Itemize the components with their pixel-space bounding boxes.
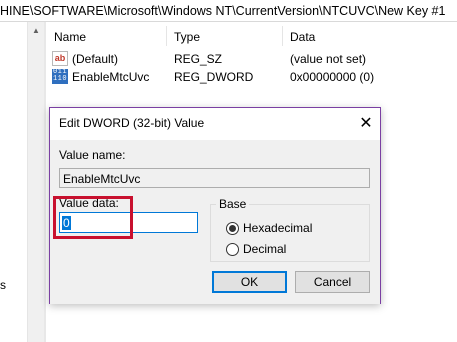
cancel-button[interactable]: Cancel: [295, 271, 370, 293]
string-value-icon: ab: [52, 51, 68, 66]
radio-hexadecimal-label: Hexadecimal: [243, 221, 313, 235]
value-data: (value not set): [290, 52, 367, 66]
value-type: REG_DWORD: [174, 70, 254, 84]
address-path: HINE\SOFTWARE\Microsoft\Windows NT\Curre…: [0, 4, 446, 18]
registry-editor-window: HINE\SOFTWARE\Microsoft\Windows NT\Curre…: [0, 0, 457, 342]
value-name: (Default): [72, 52, 119, 66]
column-separator[interactable]: [282, 26, 283, 46]
value-name-label: Value name:: [59, 148, 126, 162]
dialog-body: Value name: EnableMtcUvc Value data: 0 B…: [50, 140, 380, 304]
list-item[interactable]: 011 110 EnableMtcUvc REG_DWORD 0x00000000…: [46, 68, 457, 86]
value-type: REG_SZ: [174, 52, 223, 66]
value-data: 0x00000000 (0): [290, 70, 375, 84]
list-item[interactable]: ab (Default) REG_SZ (value not set): [46, 50, 457, 68]
radio-decimal-label: Decimal: [243, 242, 287, 256]
address-bar[interactable]: HINE\SOFTWARE\Microsoft\Windows NT\Curre…: [0, 0, 457, 22]
radio-hexadecimal[interactable]: Hexadecimal: [226, 221, 312, 235]
highlight-box: [53, 196, 133, 239]
column-separator[interactable]: [166, 26, 167, 46]
radio-unselected-icon[interactable]: [226, 242, 239, 256]
edit-dword-dialog: Edit DWORD (32-bit) Value ✕ Value name: …: [49, 107, 381, 304]
binary-value-icon: 011 110: [52, 68, 68, 84]
radio-decimal[interactable]: Decimal: [226, 242, 286, 256]
list-header: Name Type Data: [46, 26, 457, 46]
column-header-data[interactable]: Data: [290, 30, 315, 44]
tree-item-fragment[interactable]: s: [0, 278, 6, 292]
ok-button[interactable]: OK: [212, 271, 287, 293]
dialog-title: Edit DWORD (32-bit) Value: [59, 116, 205, 130]
value-name: EnableMtcUvc: [72, 70, 150, 84]
radio-selected-icon[interactable]: [226, 221, 239, 235]
column-header-name[interactable]: Name: [54, 30, 86, 44]
base-label: Base: [216, 197, 250, 211]
tree-scrollbar[interactable]: ▲: [27, 22, 44, 342]
value-name-field: EnableMtcUvc: [59, 168, 370, 188]
column-header-type[interactable]: Type: [174, 30, 200, 44]
close-icon[interactable]: ✕: [352, 110, 380, 136]
scroll-up-arrow-icon[interactable]: ▲: [28, 22, 44, 39]
